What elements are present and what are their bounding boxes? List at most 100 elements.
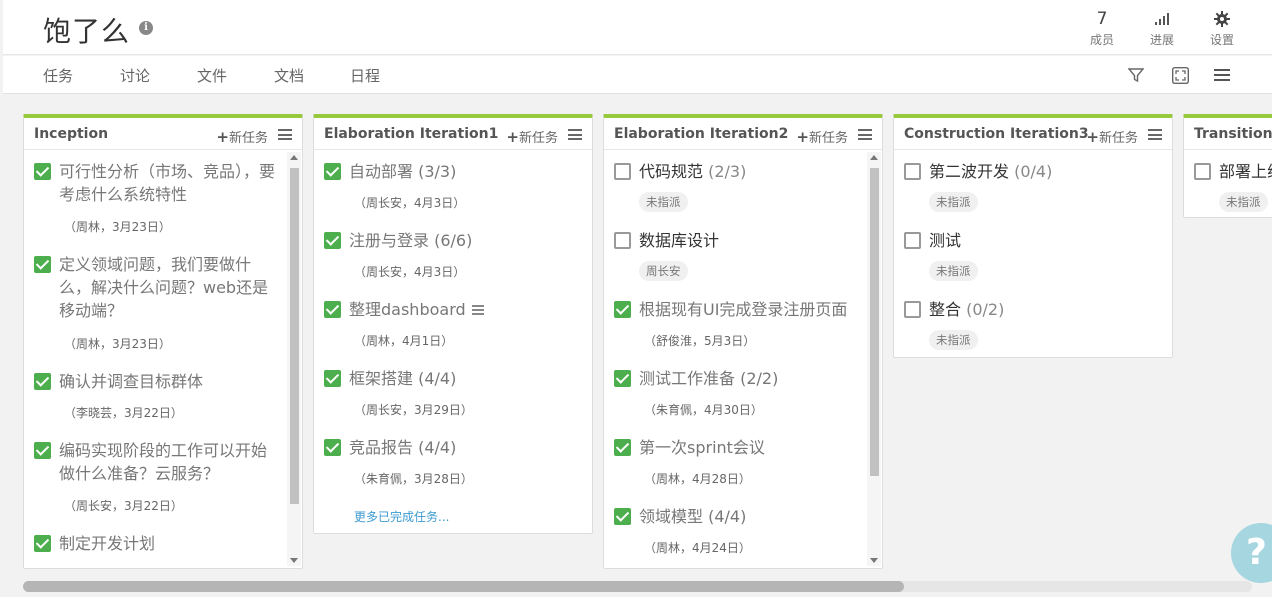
signal-bars-icon <box>1137 8 1187 30</box>
add-task-label: 新任务 <box>808 131 848 146</box>
task-checkbox[interactable] <box>1194 163 1211 180</box>
task-title[interactable]: 注册与登录 (6/6) <box>349 229 570 252</box>
task-title[interactable]: 第二波开发 (0/4) <box>929 160 1150 183</box>
task-title[interactable]: 数据库设计 <box>639 229 860 252</box>
add-task-button[interactable]: +新任务 <box>216 127 268 146</box>
task-title[interactable]: 测试 <box>929 229 1150 252</box>
progress-button[interactable]: 进展 <box>1137 8 1187 48</box>
task-title[interactable]: 确认并调查目标群体 <box>59 370 280 393</box>
task-meta: （周长安，3月22日） <box>64 499 183 513</box>
task-checkbox[interactable] <box>614 508 631 525</box>
task-count: (4/4) <box>418 438 457 457</box>
task-checkbox[interactable] <box>34 442 51 459</box>
members-button[interactable]: 7 成员 <box>1077 8 1127 48</box>
description-lines-icon <box>471 304 484 315</box>
task-name: 代码规范 <box>639 162 704 181</box>
settings-button[interactable]: 设置 <box>1197 8 1247 48</box>
task-title[interactable]: 代码规范 (2/3) <box>639 160 860 183</box>
scroll-up-arrow-icon[interactable] <box>290 155 298 160</box>
task-checkbox[interactable] <box>904 163 921 180</box>
scroll-up-arrow-icon[interactable] <box>870 155 878 160</box>
task-checkbox[interactable] <box>324 163 341 180</box>
add-task-button[interactable]: +新任务 <box>1086 127 1138 146</box>
task-checkbox[interactable] <box>904 232 921 249</box>
column-menu-icon[interactable] <box>1148 129 1162 140</box>
task-checkbox[interactable] <box>904 301 921 318</box>
column-title: Inception <box>34 126 109 142</box>
add-task-label: 新任务 <box>518 131 558 146</box>
column-menu-icon[interactable] <box>568 129 582 140</box>
assignee-badge[interactable]: 未指派 <box>639 192 688 212</box>
column-menu-icon[interactable] <box>858 129 872 140</box>
task-checkbox[interactable] <box>614 439 631 456</box>
tab-docs[interactable]: 文档 <box>274 65 304 86</box>
settings-label: 设置 <box>1209 33 1234 47</box>
task-count: (3/3) <box>418 162 457 181</box>
menu-icon[interactable] <box>1213 66 1231 84</box>
column-menu-icon[interactable] <box>278 129 292 140</box>
task-title[interactable]: 测试工作准备 (2/2) <box>639 367 860 390</box>
task-meta: （周林，4月28日） <box>644 472 751 486</box>
task-checkbox[interactable] <box>614 163 631 180</box>
task-title[interactable]: 可行性分析（市场、竞品），要考虑什么系统特性 <box>59 160 280 206</box>
add-task-button[interactable]: +新任务 <box>796 127 848 146</box>
task-title[interactable]: 整理dashboard <box>349 298 570 321</box>
column-elaboration-iteration2: Elaboration Iteration2 +新任务 代码规范 (2/3) 未… <box>603 114 883 569</box>
scrollbar-thumb[interactable] <box>290 168 299 504</box>
task-checkbox[interactable] <box>324 439 341 456</box>
add-task-button[interactable]: +新任务 <box>506 127 558 146</box>
assignee-badge[interactable]: 未指派 <box>929 261 978 281</box>
top-bar: 饱了么 i 7 成员 进展 设置 <box>3 0 1272 55</box>
column-body: 可行性分析（市场、竞品），要考虑什么系统特性 （周林，3月23日） 定义领域问题… <box>24 150 302 568</box>
task-title[interactable]: 编码实现阶段的工作可以开始做什么准备？云服务？ <box>59 439 280 485</box>
task-checkbox[interactable] <box>324 301 341 318</box>
task-checkbox[interactable] <box>324 232 341 249</box>
task-meta: （朱育佩，3月28日） <box>354 472 473 486</box>
vertical-scrollbar[interactable] <box>287 152 301 566</box>
filter-icon[interactable] <box>1127 66 1145 84</box>
column-elaboration-iteration1: Elaboration Iteration1 +新任务 自动部署 (3/3) （… <box>313 114 593 534</box>
assignee-badge[interactable]: 周长安 <box>639 261 688 281</box>
task-checkbox[interactable] <box>614 301 631 318</box>
progress-label: 进展 <box>1149 33 1174 47</box>
task-title[interactable]: 定义领域问题，我们要做什么，解决什么问题？web还是移动端？ <box>59 253 280 322</box>
task-checkbox[interactable] <box>34 256 51 273</box>
task-title[interactable]: 整合 (0/2) <box>929 298 1150 321</box>
scroll-down-arrow-icon[interactable] <box>290 558 298 563</box>
fullscreen-icon[interactable] <box>1171 66 1189 84</box>
task-checkbox[interactable] <box>34 535 51 552</box>
plus-icon: + <box>216 128 229 146</box>
more-completed-link[interactable]: 更多已完成任务... <box>354 508 449 525</box>
tab-schedule[interactable]: 日程 <box>350 65 380 86</box>
vertical-scrollbar[interactable] <box>867 152 881 566</box>
task-title[interactable]: 框架搭建 (4/4) <box>349 367 570 390</box>
horizontal-scrollbar-thumb[interactable] <box>23 581 904 592</box>
help-question-icon[interactable]: ? <box>1231 523 1272 583</box>
scrollbar-thumb[interactable] <box>870 168 879 476</box>
task-meta: （周长安，4月3日） <box>354 196 466 210</box>
task-checkbox[interactable] <box>614 370 631 387</box>
assignee-badge[interactable]: 未指派 <box>929 330 978 350</box>
task-checkbox[interactable] <box>34 163 51 180</box>
task-title[interactable]: 第一次sprint会议 <box>639 436 860 459</box>
task-checkbox[interactable] <box>34 373 51 390</box>
task-title[interactable]: 部署上线 <box>1219 160 1272 183</box>
assignee-badge[interactable]: 未指派 <box>1219 192 1268 212</box>
horizontal-scrollbar[interactable] <box>23 581 1252 592</box>
task-title[interactable]: 自动部署 (3/3) <box>349 160 570 183</box>
task-title[interactable]: 根据现有UI完成登录注册页面 <box>639 298 860 321</box>
tab-files[interactable]: 文件 <box>197 65 227 86</box>
task-checkbox[interactable] <box>614 232 631 249</box>
task-title[interactable]: 竞品报告 (4/4) <box>349 436 570 459</box>
task-meta: （周林，3月23日） <box>64 337 171 351</box>
task-name: 竞品报告 <box>349 438 414 457</box>
task-title[interactable]: 领域模型 (4/4) <box>639 505 860 528</box>
task-checkbox[interactable] <box>324 370 341 387</box>
assignee-badge[interactable]: 未指派 <box>929 192 978 212</box>
info-icon[interactable]: i <box>139 21 153 35</box>
tab-tasks[interactable]: 任务 <box>43 65 73 86</box>
scroll-down-arrow-icon[interactable] <box>870 558 878 563</box>
members-label: 成员 <box>1089 33 1114 47</box>
task-title[interactable]: 制定开发计划 <box>59 532 280 555</box>
tab-discussion[interactable]: 讨论 <box>120 65 150 86</box>
